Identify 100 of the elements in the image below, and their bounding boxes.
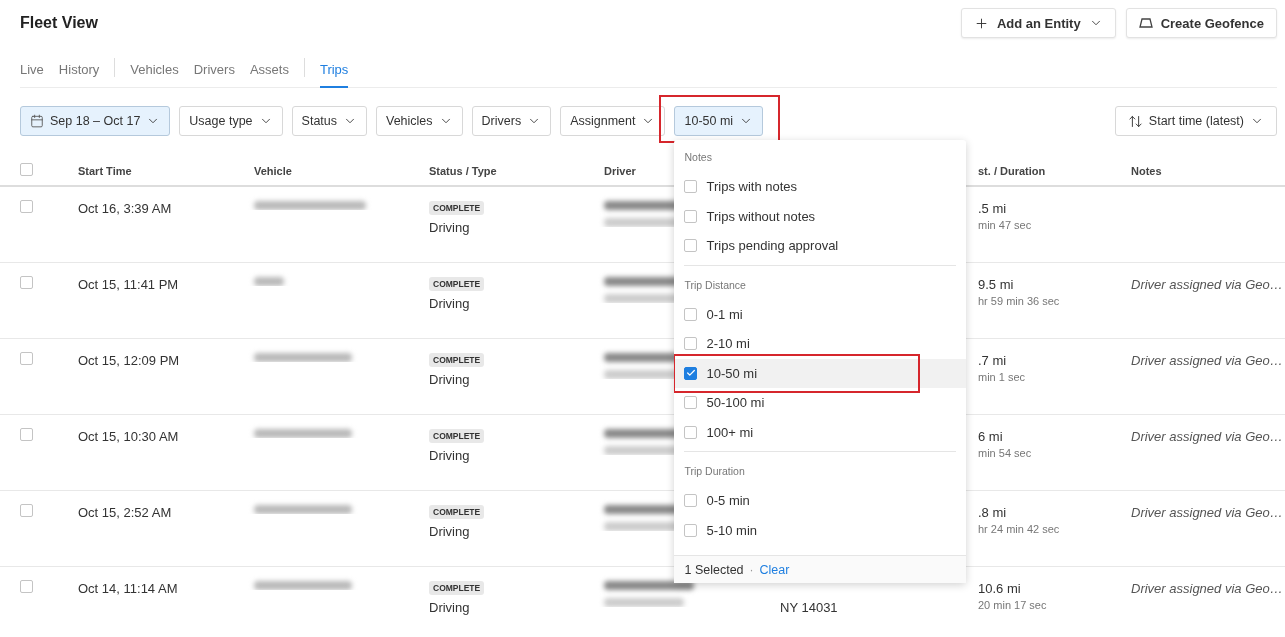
status-badge: COMPLETE [429, 353, 485, 367]
table-cell-text: hr 59 min 36 sec [978, 295, 1061, 307]
separator-dot: · [749, 562, 754, 577]
checkbox[interactable] [684, 337, 698, 351]
header-button[interactable]: Add an Entity [960, 8, 1116, 38]
checkbox[interactable] [684, 366, 698, 380]
checkbox[interactable] [684, 180, 698, 194]
filter-button[interactable]: Status [291, 106, 367, 136]
option-label: 0-5 min [706, 493, 750, 509]
clear-link[interactable]: Clear [759, 562, 790, 577]
status-badge: COMPLETE [429, 277, 485, 291]
option-label: Trips pending approval [706, 238, 839, 254]
checkbox[interactable] [684, 425, 698, 439]
tab[interactable]: Live [20, 52, 44, 88]
checkbox[interactable] [20, 504, 33, 517]
tab[interactable]: Vehicles [130, 52, 179, 88]
column-header: Status / Type [428, 164, 498, 177]
section-title: Trip Distance [683, 277, 747, 293]
filter-option[interactable]: 0-1 mi [674, 299, 967, 329]
option-label: 100+ mi [706, 424, 754, 440]
status-badge: COMPLETE [429, 581, 485, 595]
filter-option[interactable]: Trips with notes [674, 172, 967, 202]
checkbox[interactable] [20, 162, 33, 176]
table-cell-text: Oct 15, 2:52 AM [78, 505, 173, 520]
table-cell-text: Driving [429, 600, 471, 615]
section-title: Trip Duration [683, 464, 746, 479]
selected-count: 1 Selected [684, 562, 744, 577]
filter-option[interactable]: 2-10 mi [674, 329, 967, 359]
table-cell-text: 10.6 mi [978, 581, 1022, 596]
page-title: Fleet View [20, 14, 98, 32]
option-label: 0-1 mi [706, 306, 743, 322]
checkbox[interactable] [684, 523, 698, 537]
tab[interactable]: Trips [319, 52, 349, 88]
checkbox[interactable] [684, 209, 698, 223]
plus-icon [973, 15, 989, 31]
filter-button[interactable]: Assignment [560, 106, 666, 136]
table-cell-text: min 47 sec [978, 219, 1033, 231]
option-label: Trips with notes [706, 179, 798, 195]
calendar-icon [30, 114, 44, 128]
table-cell-text: Driver assigned via Geo… [1131, 277, 1284, 292]
table-cell-text: Driver assigned via Geo… [1131, 505, 1284, 520]
checkbox[interactable] [20, 276, 33, 289]
filter-option[interactable]: 5-10 min [674, 515, 967, 545]
filter-option[interactable]: 50-100 mi [674, 388, 967, 418]
blurred-text [254, 277, 284, 286]
option-label: 10-50 mi [706, 365, 758, 381]
checkbox[interactable] [20, 580, 33, 593]
tab[interactable]: History [58, 52, 100, 88]
table-cell-text: .8 mi [978, 505, 1008, 520]
status-badge: COMPLETE [429, 201, 485, 215]
table-cell-text: NY 14031 [780, 600, 839, 615]
header-button[interactable]: Create Geofence [1125, 8, 1277, 38]
table-cell-text: 6 mi [978, 429, 1004, 444]
table-cell-text: Driver assigned via Geo… [1131, 353, 1284, 368]
column-header: Start Time [77, 164, 133, 177]
checkbox[interactable] [684, 307, 698, 321]
table-cell-text: 20 min 17 sec [978, 599, 1048, 611]
filter-button[interactable]: Sep 18 – Oct 17 [20, 106, 171, 136]
table-cell-text: Oct 15, 12:09 PM [78, 353, 181, 368]
table-cell-text: hr 24 min 42 sec [978, 523, 1061, 535]
column-header: st. / Duration [977, 164, 1047, 177]
option-label: 50-100 mi [706, 395, 765, 411]
table-cell-text: min 54 sec [978, 447, 1033, 459]
table-cell-text: .7 mi [978, 353, 1008, 368]
table-cell-text: Oct 15, 10:30 AM [78, 429, 180, 444]
filter-option[interactable]: Trips pending approval [674, 231, 967, 261]
column-header: Notes [1130, 164, 1163, 177]
tab[interactable]: Drivers [193, 52, 235, 88]
table-cell-text: Driving [429, 448, 471, 463]
table-cell-text: Driver assigned via Geo… [1131, 429, 1284, 444]
column-header: Vehicle [253, 164, 293, 177]
table-cell-text: Oct 16, 3:39 AM [78, 201, 173, 216]
option-label: 2-10 mi [706, 336, 750, 352]
sort-button[interactable]: Start time (latest) [1114, 106, 1277, 136]
table-cell-text: Oct 15, 11:41 PM [78, 277, 180, 292]
filter-button[interactable]: Vehicles [376, 106, 463, 136]
table-cell-text: .5 mi [978, 201, 1008, 216]
table-cell-text: Oct 14, 11:14 AM [78, 581, 179, 596]
checkbox[interactable] [20, 200, 33, 213]
status-badge: COMPLETE [429, 429, 485, 443]
table-cell-text: Driver assigned via Geo… [1131, 581, 1284, 596]
checkbox[interactable] [20, 352, 33, 365]
sort-icon [1127, 113, 1143, 129]
checkbox[interactable] [684, 239, 698, 253]
filter-option[interactable]: 100+ mi [674, 417, 967, 447]
filter-option[interactable]: Trips without notes [674, 201, 967, 231]
tab[interactable]: Assets [249, 52, 289, 88]
table-cell-text: Driving [429, 220, 471, 235]
checkbox[interactable] [684, 494, 698, 508]
column-header: Driver [603, 164, 637, 177]
filter-button[interactable]: 10-50 mi [674, 106, 764, 136]
table-cell-text: 9.5 mi [978, 277, 1015, 292]
checkbox[interactable] [684, 396, 698, 410]
table-cell-text: min 1 sec [978, 371, 1027, 383]
filter-button[interactable]: Usage type [179, 106, 283, 136]
status-badge: COMPLETE [429, 505, 485, 519]
checkbox[interactable] [20, 428, 33, 441]
table-cell-text: Driving [429, 296, 471, 311]
filter-option[interactable]: 0-5 min [674, 486, 967, 516]
filter-button[interactable]: Drivers [471, 106, 552, 136]
